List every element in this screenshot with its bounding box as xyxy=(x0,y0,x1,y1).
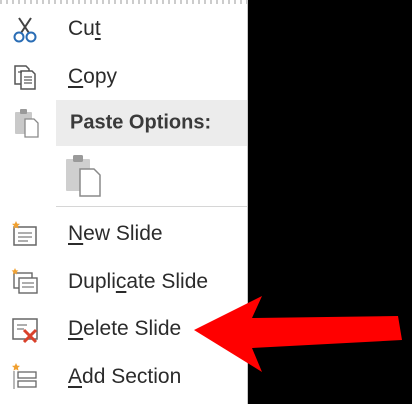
duplicate-slide-icon xyxy=(8,265,42,299)
new-slide-icon xyxy=(8,217,42,251)
cut-label: Cut xyxy=(68,17,101,40)
copy-label: Copy xyxy=(68,65,118,88)
paste-options-label: Paste Options: xyxy=(70,111,212,134)
add-section-icon xyxy=(8,360,42,394)
paste-keep-formatting-icon xyxy=(66,155,101,197)
scissors-icon xyxy=(8,12,42,46)
menu-item-copy[interactable]: Copy xyxy=(0,54,247,100)
add-section-label: Add Section xyxy=(68,365,182,388)
red-arrow-annotation xyxy=(194,296,402,372)
dotted-top-edge xyxy=(0,0,247,4)
clipboard-icon xyxy=(10,106,44,140)
menu-separator xyxy=(56,206,247,207)
duplicate-slide-label: Duplicate Slide xyxy=(68,270,209,293)
new-slide-label: New Slide xyxy=(68,222,163,245)
delete-slide-icon xyxy=(8,312,42,346)
paste-keep-formatting-button[interactable] xyxy=(60,152,108,198)
copy-icon xyxy=(8,60,42,94)
menu-item-new-slide[interactable]: New Slide xyxy=(0,211,247,257)
paste-options-header: Paste Options: xyxy=(56,100,247,146)
menu-item-cut[interactable]: Cut xyxy=(0,6,247,52)
delete-slide-label: Delete Slide xyxy=(68,317,182,340)
